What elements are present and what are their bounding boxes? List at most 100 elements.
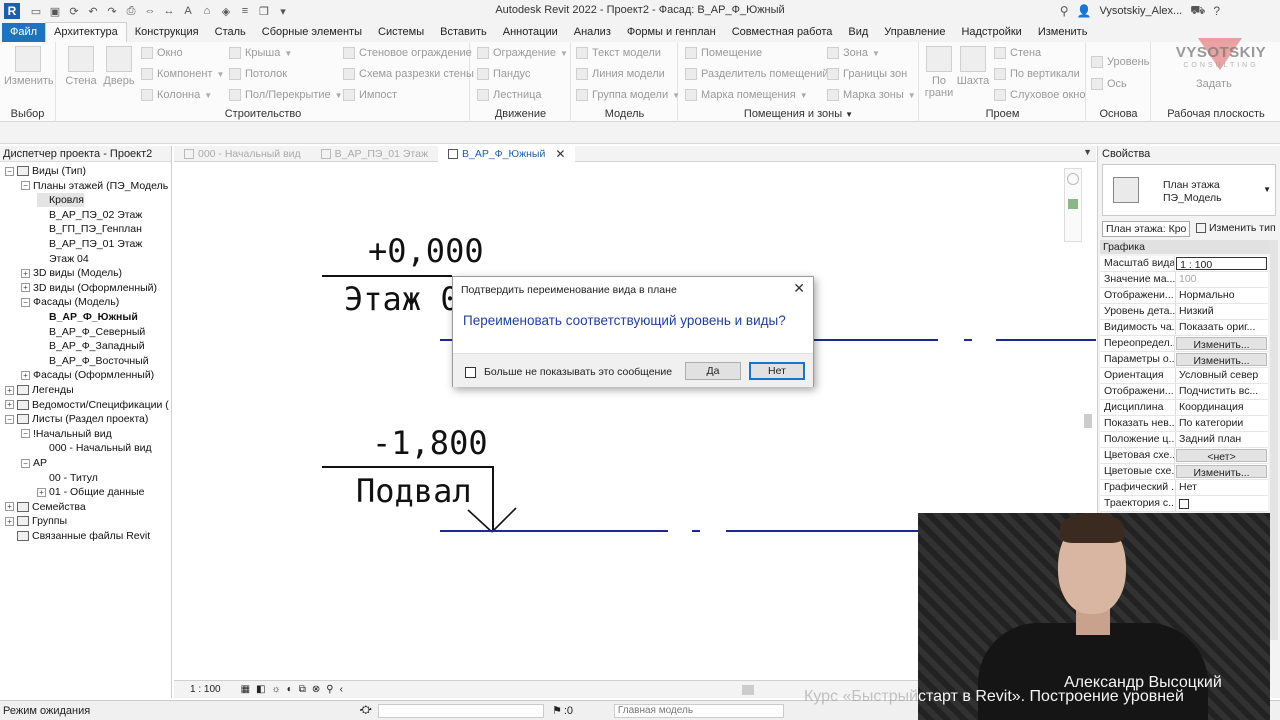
- browser-item[interactable]: + Семейства: [5, 500, 86, 514]
- shaft-button[interactable]: Шахта: [956, 46, 990, 87]
- chevron-down-icon[interactable]: ▼: [1263, 185, 1271, 194]
- view-tab-start[interactable]: 000 - Начальный вид: [174, 146, 311, 162]
- property-value[interactable]: Изменить...: [1176, 337, 1267, 350]
- collapse-icon[interactable]: −: [5, 166, 14, 176]
- model-line-button[interactable]: Линия модели: [576, 68, 665, 80]
- column-button[interactable]: Колонна ▼: [141, 89, 212, 101]
- grid-button[interactable]: Ось: [1091, 78, 1127, 90]
- collapse-icon[interactable]: −: [21, 458, 30, 468]
- view-scale[interactable]: 1 : 100: [190, 684, 221, 695]
- close-icon[interactable]: ✕: [793, 280, 805, 297]
- property-value[interactable]: 1 : 100: [1176, 257, 1267, 270]
- roof-button[interactable]: Крыша ▼: [229, 47, 292, 59]
- property-value[interactable]: Задний план: [1176, 432, 1268, 447]
- property-value[interactable]: Изменить...: [1176, 465, 1267, 478]
- no-button[interactable]: Нет: [749, 362, 805, 380]
- browser-item[interactable]: − АР: [21, 456, 47, 470]
- tab-collaborate[interactable]: Совместная работа: [724, 23, 841, 42]
- browser-item[interactable]: 00 - Титул: [37, 471, 98, 485]
- property-value[interactable]: Изменить...: [1176, 353, 1267, 366]
- dont-show-checkbox[interactable]: [465, 367, 476, 378]
- expand-icon[interactable]: +: [5, 502, 14, 512]
- browser-item[interactable]: 000 - Начальный вид: [37, 441, 152, 455]
- door-button[interactable]: Дверь: [101, 46, 137, 87]
- revit-logo[interactable]: R: [4, 3, 20, 19]
- dormer-button[interactable]: Слуховое окно: [994, 89, 1086, 101]
- area-boundary-button[interactable]: Границы зон: [827, 68, 907, 80]
- wall-opening-button[interactable]: Стена: [994, 47, 1041, 59]
- browser-item[interactable]: Кровля: [37, 193, 84, 208]
- collapse-icon[interactable]: −: [21, 429, 30, 439]
- tabs-dropdown-icon[interactable]: ▼: [1083, 147, 1092, 157]
- property-value[interactable]: Низкий: [1176, 304, 1268, 319]
- browser-item[interactable]: + Группы: [5, 514, 67, 528]
- collapse-icon[interactable]: −: [5, 414, 14, 424]
- component-button[interactable]: Компонент ▼: [141, 68, 224, 80]
- editing-requests-icon[interactable]: ⚑: [552, 704, 562, 717]
- panel-room-area-label[interactable]: Помещения и зоны ▼: [679, 108, 918, 120]
- redo-icon[interactable]: ↷: [105, 4, 119, 18]
- scrollbar-thumb[interactable]: [1084, 414, 1092, 428]
- browser-item[interactable]: В_АР_Ф_Западный: [37, 339, 145, 353]
- level2-name[interactable]: Подвал: [356, 472, 472, 510]
- properties-scrollbar[interactable]: [1270, 240, 1278, 640]
- ramp-button[interactable]: Пандус: [477, 68, 530, 80]
- model-group-button[interactable]: Группа модели ▼: [576, 89, 680, 101]
- model-text-button[interactable]: Текст модели: [576, 47, 661, 59]
- browser-item[interactable]: В_АР_Ф_Южный: [37, 310, 138, 324]
- level1-line[interactable]: [814, 339, 938, 341]
- tab-manage[interactable]: Управление: [876, 23, 953, 42]
- cart-icon[interactable]: ⛟: [1190, 3, 1205, 19]
- expand-icon[interactable]: +: [37, 487, 46, 497]
- browser-item[interactable]: − Планы этажей (ПЭ_Модель: [21, 179, 168, 193]
- temporary-hide-icon[interactable]: ⊗: [312, 684, 320, 695]
- customize-qat-icon[interactable]: ▾: [276, 4, 290, 18]
- browser-item[interactable]: В_ГП_ПЭ_Генплан: [37, 222, 142, 236]
- room-separator-button[interactable]: Разделитель помещений: [685, 68, 829, 80]
- zoom-icon[interactable]: [1068, 199, 1078, 209]
- panel-select-label[interactable]: Выбор: [0, 108, 55, 120]
- tab-annotate[interactable]: Аннотации: [495, 23, 566, 42]
- close-icon[interactable]: ✕: [555, 147, 565, 161]
- level2-line[interactable]: [440, 530, 668, 532]
- expand-icon[interactable]: +: [21, 283, 30, 293]
- browser-item[interactable]: + Ведомости/Спецификации (: [5, 398, 169, 412]
- sun-path-icon[interactable]: ☼: [272, 684, 281, 695]
- level-button[interactable]: Уровень: [1091, 56, 1149, 68]
- browser-item[interactable]: +01 - Общие данные: [37, 485, 144, 499]
- steering-wheel-icon[interactable]: [1067, 173, 1079, 185]
- tab-analyze[interactable]: Анализ: [566, 23, 619, 42]
- design-option-select[interactable]: Главная модель: [613, 703, 784, 718]
- yes-button[interactable]: Да: [685, 362, 741, 380]
- stair-button[interactable]: Лестница: [477, 89, 542, 101]
- property-value[interactable]: Показать ориг...: [1176, 320, 1268, 335]
- reveal-hidden-icon[interactable]: ⚲: [326, 684, 333, 695]
- property-value[interactable]: Нормально: [1176, 288, 1268, 303]
- vertical-opening-button[interactable]: По вертикали: [994, 68, 1080, 80]
- wall-button[interactable]: Стена: [61, 46, 101, 87]
- worksets-icon[interactable]: ⛮: [360, 704, 378, 717]
- print-icon[interactable]: ⎙: [124, 4, 138, 18]
- railing-button[interactable]: Ограждение ▼: [477, 47, 568, 59]
- area-tag-button[interactable]: Марка зоны ▼: [827, 89, 916, 101]
- browser-item[interactable]: В_АР_Ф_Северный: [37, 325, 145, 339]
- expand-icon[interactable]: +: [21, 370, 30, 380]
- open-icon[interactable]: ▭: [29, 4, 43, 18]
- browser-item[interactable]: В_АР_ПЭ_02 Этаж: [37, 208, 142, 222]
- collapse-icon[interactable]: −: [21, 297, 30, 307]
- properties-group-graphics[interactable]: Графика: [1100, 240, 1278, 254]
- undo-icon[interactable]: ↶: [86, 4, 100, 18]
- browser-item[interactable]: Этаж 04: [37, 252, 89, 266]
- mullion-button[interactable]: Импост: [343, 89, 397, 101]
- curtain-wall-button[interactable]: Стеновое ограждение: [343, 47, 472, 59]
- sync-icon[interactable]: ⟳: [67, 4, 81, 18]
- level1-elevation[interactable]: +0,000: [368, 232, 484, 270]
- browser-item[interactable]: + Легенды: [5, 383, 74, 397]
- property-value[interactable]: Подчистить вс...: [1176, 384, 1268, 399]
- tab-precast[interactable]: Сборные элементы: [254, 23, 370, 42]
- tab-insert[interactable]: Вставить: [432, 23, 495, 42]
- browser-item[interactable]: + Фасады (Оформленный): [21, 368, 154, 382]
- dont-show-label[interactable]: Больше не показывать это сообщение: [484, 366, 672, 378]
- area-button[interactable]: Зона ▼: [827, 47, 880, 59]
- browser-item[interactable]: В_АР_Ф_Восточный: [37, 354, 149, 368]
